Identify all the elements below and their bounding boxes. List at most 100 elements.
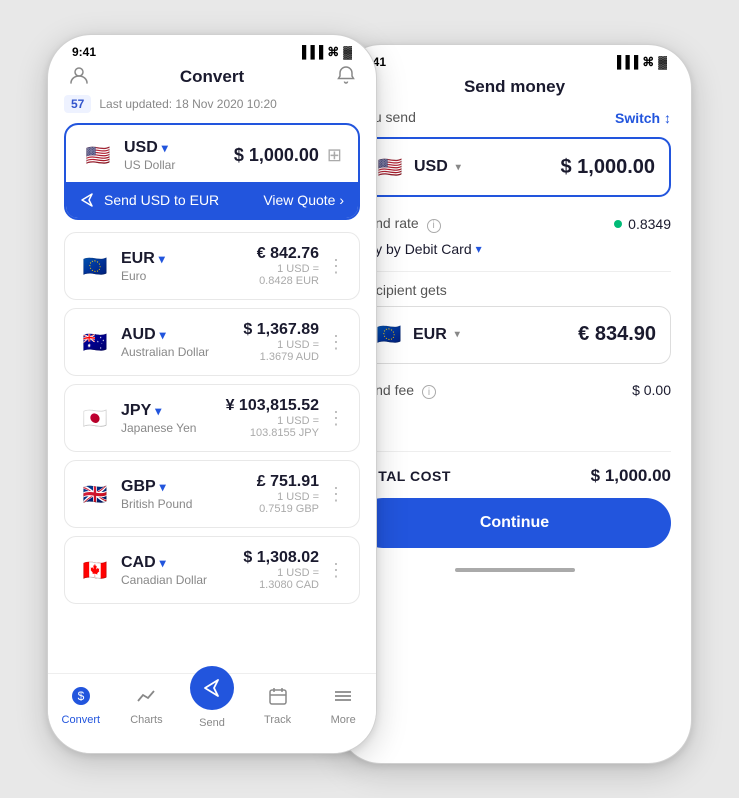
send-amount[interactable]: $ 1,000.00 xyxy=(560,156,655,179)
send-quote-bar[interactable]: Send USD to EUR View Quote › xyxy=(66,182,358,218)
aud-amount: $ 1,367.89 xyxy=(243,321,319,339)
jpy-more-icon[interactable]: ⋮ xyxy=(327,408,345,429)
track-icon xyxy=(267,685,289,711)
status-bar-left: 9:41 ▐▐▐ ⌘ ▓ xyxy=(48,35,376,63)
convert-icon: $ xyxy=(70,685,92,711)
jpy-name: Japanese Yen xyxy=(121,421,196,435)
list-item[interactable]: 🇪🇺 EUR ▾ Euro € 842.76 1 USD =0.8428 EUR xyxy=(64,232,360,300)
main-currency-amount: $ 1,000.00 xyxy=(234,145,319,166)
main-currency-name: US Dollar xyxy=(124,158,175,172)
send-bar-label: Send USD to EUR xyxy=(104,192,219,208)
cad-amount: $ 1,308.02 xyxy=(243,549,319,567)
signal-icon: ▐▐▐ xyxy=(298,45,324,59)
cad-code[interactable]: CAD ▾ xyxy=(121,554,207,572)
list-item[interactable]: 🇬🇧 GBP ▾ British Pound £ 751.91 1 USD =0… xyxy=(64,460,360,528)
battery-icon: ▓ xyxy=(343,45,352,59)
send-tab-icon xyxy=(190,666,234,710)
tab-convert[interactable]: $ Convert xyxy=(56,685,106,726)
send-fee-value: $ 0.00 xyxy=(632,382,671,398)
view-quote-btn[interactable]: View Quote › xyxy=(263,192,344,208)
eur-code[interactable]: EUR ▾ xyxy=(121,250,165,268)
update-badge: 57 xyxy=(64,95,91,113)
tab-convert-label: Convert xyxy=(62,714,101,726)
receive-amount: € 834.90 xyxy=(578,323,656,346)
send-rate-info-icon[interactable]: i xyxy=(427,219,441,233)
tab-send[interactable]: Send xyxy=(187,682,237,729)
switch-button[interactable]: Switch ↕ xyxy=(615,110,671,126)
jpy-amount: ¥ 103,815.52 xyxy=(226,397,319,415)
receive-currency-selector[interactable]: 🇪🇺 EUR ▾ xyxy=(373,319,460,351)
send-fee-info-icon[interactable]: i xyxy=(422,385,436,399)
status-icons-right: ▐▐▐ ⌘ ▓ xyxy=(613,55,667,69)
list-item[interactable]: 🇨🇦 CAD ▾ Canadian Dollar $ 1,308.02 1 US… xyxy=(64,536,360,604)
main-currency-card[interactable]: 🇺🇸 USD ▾ US Dollar $ 1,000.00 ⊞ xyxy=(64,123,360,220)
aud-rate: 1 USD =1.3679 AUD xyxy=(243,339,319,363)
gbp-more-icon[interactable]: ⋮ xyxy=(327,484,345,505)
status-time-left: 9:41 xyxy=(72,45,96,59)
signal-icon-r: ▐▐▐ xyxy=(613,55,639,69)
dropdown-chevron[interactable]: ▾ xyxy=(162,141,168,155)
eur-more-icon[interactable]: ⋮ xyxy=(327,256,345,277)
battery-icon-r: ▓ xyxy=(658,55,667,69)
send-input-card[interactable]: 🇺🇸 USD ▾ $ 1,000.00 xyxy=(358,137,671,197)
update-text: Last updated: 18 Nov 2020 10:20 xyxy=(99,97,276,111)
aud-name: Australian Dollar xyxy=(121,345,209,359)
pay-method-row[interactable]: Pay by Debit Card ▾ xyxy=(358,237,671,261)
gbp-name: British Pound xyxy=(121,497,192,511)
gbp-code[interactable]: GBP ▾ xyxy=(121,478,192,496)
tab-bar-left: $ Convert Charts Send xyxy=(48,673,376,753)
calculator-icon[interactable]: ⊞ xyxy=(327,145,342,166)
eur-amount: € 842.76 xyxy=(257,245,319,263)
jpy-flag: 🇯🇵 xyxy=(79,402,111,434)
jpy-rate: 1 USD =103.8155 JPY xyxy=(226,415,319,439)
left-phone: 9:41 ▐▐▐ ⌘ ▓ Convert xyxy=(47,34,377,754)
gbp-amount: £ 751.91 xyxy=(257,473,319,491)
total-cost-value: $ 1,000.00 xyxy=(591,466,671,486)
left-screen-title: Convert xyxy=(180,67,244,87)
usd-flag: 🇺🇸 xyxy=(82,140,114,172)
tab-track-label: Track xyxy=(264,714,291,726)
notification-icon[interactable] xyxy=(336,65,356,90)
receive-input-card[interactable]: 🇪🇺 EUR ▾ € 834.90 xyxy=(358,306,671,364)
aud-code[interactable]: AUD ▾ xyxy=(121,326,209,344)
main-currency-code[interactable]: USD ▾ xyxy=(124,139,175,157)
nav-bar-left: Convert xyxy=(48,63,376,95)
tab-send-label: Send xyxy=(199,717,225,729)
section-divider xyxy=(358,271,671,272)
aud-flag: 🇦🇺 xyxy=(79,326,111,358)
currency-list: 🇪🇺 EUR ▾ Euro € 842.76 1 USD =0.8428 EUR xyxy=(64,232,360,604)
send-rate-row: Send rate i 0.8349 xyxy=(358,211,671,237)
receive-currency-chevron[interactable]: ▾ xyxy=(455,329,460,340)
total-cost-bar: TOTAL COST $ 1,000.00 xyxy=(358,451,671,498)
cad-flag: 🇨🇦 xyxy=(79,554,111,586)
profile-icon[interactable] xyxy=(68,64,90,91)
tab-charts[interactable]: Charts xyxy=(121,685,171,726)
more-icon xyxy=(332,685,354,711)
gbp-flag: 🇬🇧 xyxy=(79,478,111,510)
right-phone: 9:41 ▐▐▐ ⌘ ▓ Send money You send Switch … xyxy=(337,44,692,764)
gbp-rate: 1 USD =0.7519 GBP xyxy=(257,491,319,515)
cad-more-icon[interactable]: ⋮ xyxy=(327,560,345,581)
update-bar: 57 Last updated: 18 Nov 2020 10:20 xyxy=(64,95,360,113)
main-currency-info: 🇺🇸 USD ▾ US Dollar xyxy=(82,139,175,172)
charts-icon xyxy=(135,685,157,711)
eur-rate: 1 USD =0.8428 EUR xyxy=(257,263,319,287)
aud-more-icon[interactable]: ⋮ xyxy=(327,332,345,353)
continue-button[interactable]: Continue xyxy=(358,498,671,548)
wifi-icon-r: ⌘ xyxy=(642,55,654,69)
send-currency-code: USD xyxy=(414,158,448,176)
list-item[interactable]: 🇯🇵 JPY ▾ Japanese Yen ¥ 103,815.52 1 USD… xyxy=(64,384,360,452)
send-currency-selector[interactable]: 🇺🇸 USD ▾ xyxy=(374,151,461,183)
cad-rate: 1 USD =1.3080 CAD xyxy=(243,567,319,591)
send-currency-chevron[interactable]: ▾ xyxy=(456,162,461,173)
receive-flag: 🇪🇺 xyxy=(373,319,405,351)
tab-charts-label: Charts xyxy=(130,714,162,726)
jpy-code[interactable]: JPY ▾ xyxy=(121,402,196,420)
status-icons-left: ▐▐▐ ⌘ ▓ xyxy=(298,45,352,59)
tab-more[interactable]: More xyxy=(318,685,368,726)
tab-track[interactable]: Track xyxy=(253,685,303,726)
list-item[interactable]: 🇦🇺 AUD ▾ Australian Dollar $ 1,367.89 1 … xyxy=(64,308,360,376)
receive-currency-code: EUR xyxy=(413,326,447,344)
pay-method-chevron[interactable]: ▾ xyxy=(476,242,482,256)
right-screen-title: Send money xyxy=(464,77,565,97)
